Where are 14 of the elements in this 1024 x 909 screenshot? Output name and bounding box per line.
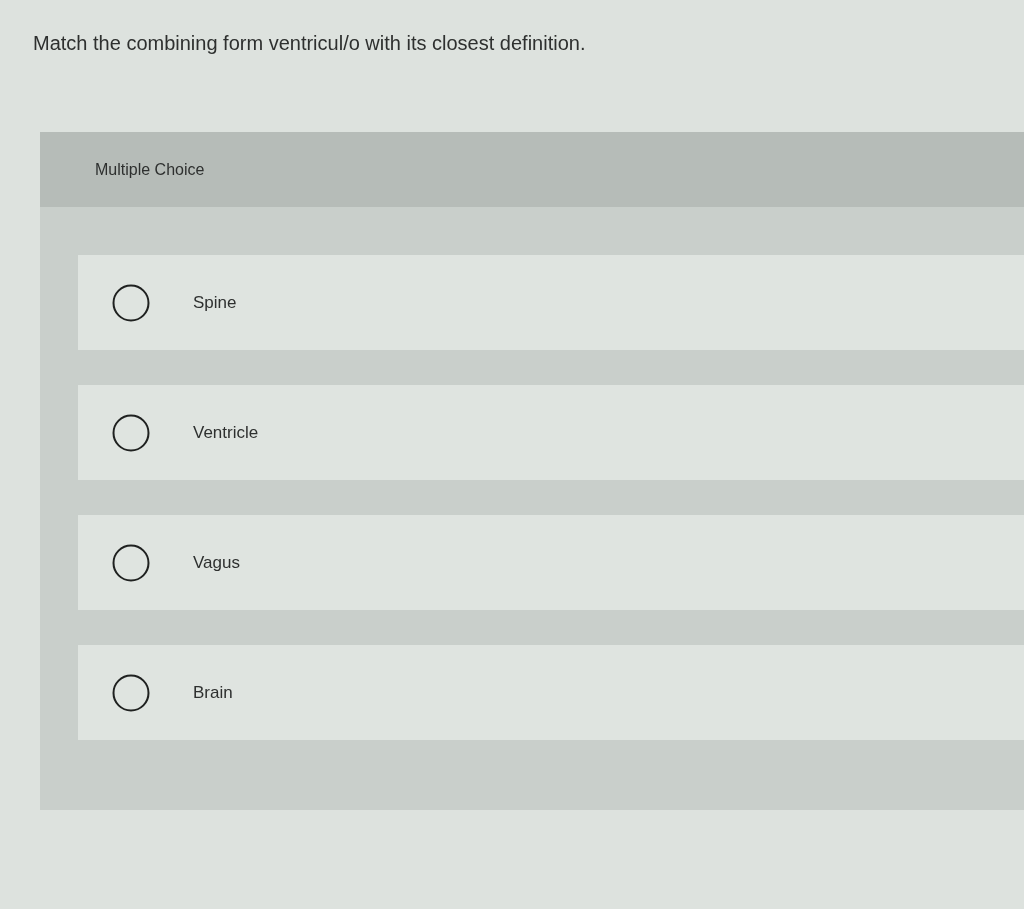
option-label: Vagus — [193, 551, 240, 574]
answer-option[interactable]: Spine — [78, 255, 1024, 350]
panel-title: Multiple Choice — [95, 159, 205, 180]
option-label: Ventricle — [193, 421, 259, 444]
radio-button[interactable] — [112, 673, 150, 712]
radio-button[interactable] — [112, 413, 150, 452]
answer-option[interactable]: Brain — [78, 645, 1024, 740]
radio-button[interactable] — [112, 283, 150, 322]
answer-option[interactable]: Vagus — [78, 515, 1024, 610]
question-text: Match the combining form ventricul/o with its closest definition. — [33, 31, 586, 56]
answer-option[interactable]: Ventricle — [78, 385, 1024, 480]
radio-button[interactable] — [112, 543, 150, 582]
option-label: Spine — [193, 291, 237, 314]
option-label: Brain — [193, 681, 233, 704]
